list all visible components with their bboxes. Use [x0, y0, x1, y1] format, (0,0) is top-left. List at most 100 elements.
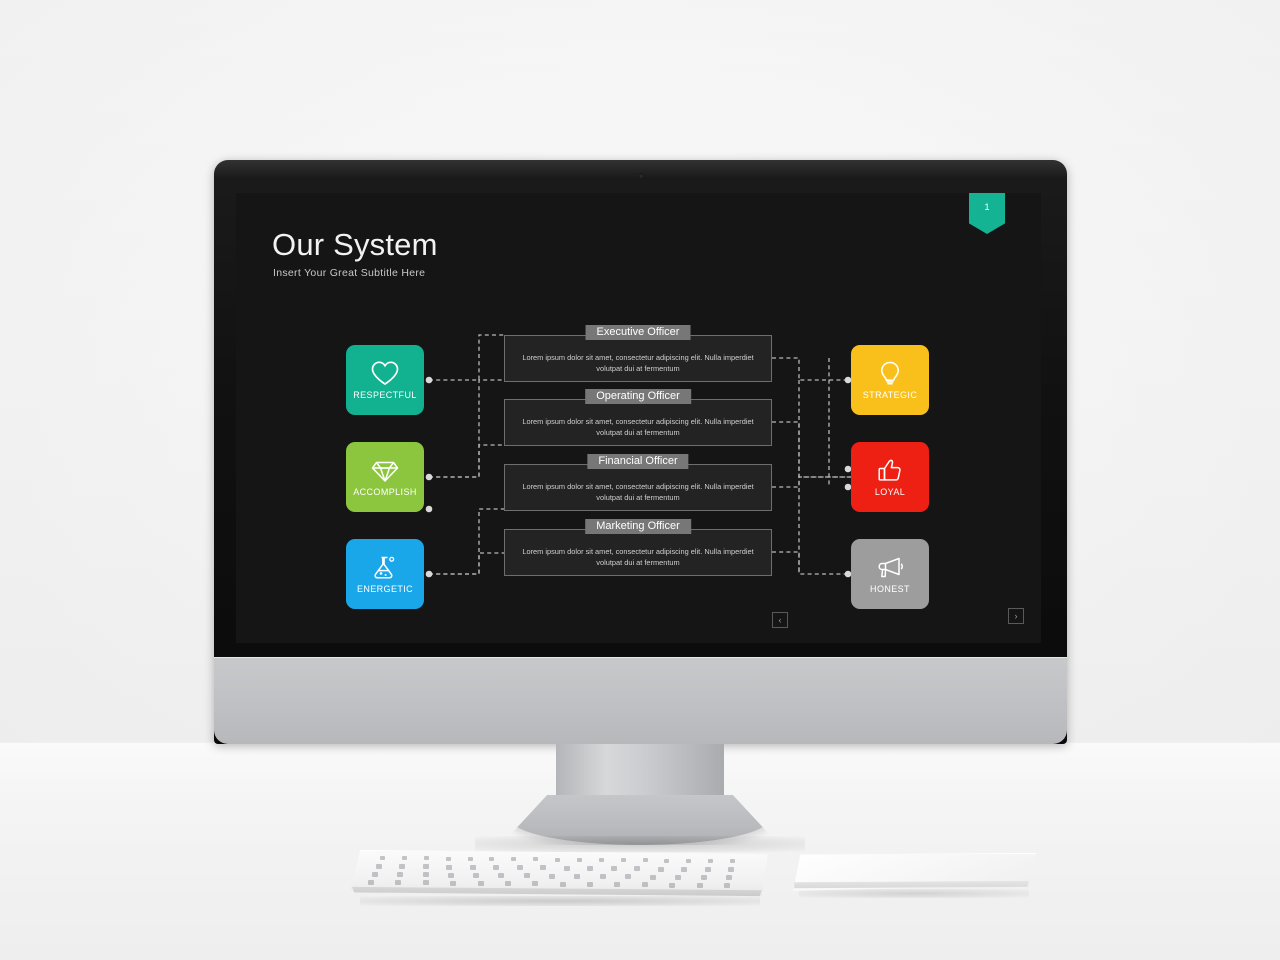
card-financial-officer[interactable]: Financial Officer Lorem ipsum dolor sit …: [504, 454, 772, 511]
keyboard-key: [533, 857, 539, 862]
desk-scene: Our System Insert Your Great Subtitle He…: [0, 0, 1280, 960]
keyboard-key: [423, 856, 429, 861]
lightbulb-icon: [875, 360, 905, 387]
tile-label: ACCOMPLISH: [353, 487, 417, 497]
monitor: Our System Insert Your Great Subtitle He…: [214, 160, 1067, 744]
keyboard-key: [473, 872, 480, 878]
card-title: Marketing Officer: [585, 519, 691, 534]
keyboard-key: [599, 874, 606, 880]
keyboard-key: [504, 881, 511, 887]
diamond-icon: [370, 457, 400, 484]
card-title: Executive Officer: [585, 325, 691, 340]
keyboard-key: [587, 881, 594, 887]
keyboard-key: [696, 882, 703, 888]
keyboard-key: [493, 865, 500, 871]
page-subtitle: Insert Your Great Subtitle Here: [273, 267, 426, 279]
card-title: Financial Officer: [587, 454, 689, 469]
keyboard-key: [395, 880, 402, 886]
tile-label: LOYAL: [874, 487, 906, 497]
keyboard-key: [422, 872, 429, 878]
keyboard-key: [704, 866, 711, 872]
keyboard-key: [549, 873, 555, 879]
webcam-icon: [637, 173, 644, 179]
trackpad[interactable]: [793, 853, 1036, 898]
keyboard-key: [681, 866, 688, 872]
keyboard-key: [467, 856, 473, 861]
keyboard-key: [598, 858, 604, 862]
tile-label: STRATEGIC: [862, 390, 918, 400]
card-operating-officer[interactable]: Operating Officer Lorem ipsum dolor sit …: [504, 389, 772, 446]
keyboard-key: [540, 865, 547, 871]
tile-honest[interactable]: HONEST: [851, 539, 929, 609]
keyboard-key: [728, 867, 734, 873]
keyboard-key: [469, 864, 476, 870]
heart-icon: [370, 360, 400, 387]
keyboard-key: [563, 865, 570, 871]
keyboard-key: [372, 872, 378, 877]
keyboard-key: [477, 880, 484, 886]
keyboard[interactable]: [350, 850, 768, 906]
keyboard-key: [399, 864, 406, 870]
tile-loyal[interactable]: LOYAL: [851, 442, 929, 512]
keyboard-key: [498, 873, 505, 879]
chevron-left-icon: ‹: [778, 615, 782, 625]
card-marketing-officer[interactable]: Marketing Officer Lorem ipsum dolor sit …: [504, 519, 772, 576]
keyboard-key: [397, 872, 404, 878]
tile-label: ENERGETIC: [356, 584, 414, 594]
card-executive-officer[interactable]: Executive Officer Lorem ipsum dolor sit …: [504, 325, 772, 382]
keyboard-key: [376, 864, 382, 869]
flask-icon: [370, 554, 400, 581]
tile-respectful[interactable]: RESPECTFUL: [346, 345, 424, 415]
keyboard-key: [422, 864, 429, 870]
keyboard-key: [445, 856, 451, 861]
card-body: Lorem ipsum dolor sit amet, consectetur …: [522, 547, 754, 568]
thumbs-up-icon: [875, 457, 905, 484]
keyboard-key: [675, 874, 682, 880]
keyboard-shadow: [360, 896, 760, 906]
chevron-right-icon: ›: [1014, 611, 1018, 621]
keyboard-key: [559, 881, 566, 887]
keyboard-key: [642, 858, 648, 863]
keyboard-key: [624, 874, 631, 880]
keyboard-key: [401, 856, 407, 861]
tile-label: RESPECTFUL: [353, 390, 417, 400]
keyboard-key: [368, 880, 374, 885]
keyboard-key: [641, 882, 648, 888]
keyboard-key: [523, 873, 530, 879]
keyboard-key: [650, 874, 657, 880]
keyboard-key: [730, 859, 735, 864]
presentation-slide: Our System Insert Your Great Subtitle He…: [236, 193, 1041, 643]
card-body: Lorem ipsum dolor sit amet, consectetur …: [522, 417, 754, 438]
card-body: Lorem ipsum dolor sit amet, consectetur …: [522, 482, 754, 503]
card-body: Lorem ipsum dolor sit amet, consectetur …: [522, 353, 754, 374]
tile-accomplish[interactable]: ACCOMPLISH: [346, 442, 424, 512]
keyboard-key: [532, 881, 539, 887]
keyboard-key: [450, 880, 457, 886]
megaphone-icon: [875, 554, 905, 581]
trackpad-shadow: [799, 889, 1029, 898]
keyboard-key: [516, 865, 523, 871]
keyboard-key: [669, 882, 676, 888]
keyboard-key: [700, 874, 707, 880]
keyboard-key: [610, 866, 617, 872]
keyboard-key: [664, 858, 670, 863]
keyboard-key: [422, 880, 429, 886]
keyboard-key: [574, 873, 581, 879]
keyboard-key: [726, 875, 732, 881]
card-title: Operating Officer: [585, 389, 691, 404]
keyboard-key: [555, 857, 560, 862]
keyboard-key: [708, 859, 714, 863]
page-number-label: 1: [984, 202, 990, 212]
monitor-chin: [214, 657, 1067, 744]
tile-energetic[interactable]: ENERGETIC: [346, 539, 424, 609]
keyboard-key: [587, 865, 594, 871]
next-slide-button[interactable]: ›: [1008, 608, 1024, 624]
keyboard-key: [657, 866, 664, 872]
keyboard-key: [446, 864, 453, 870]
tile-strategic[interactable]: STRATEGIC: [851, 345, 929, 415]
keyboard-key: [620, 858, 626, 863]
keyboard-key: [576, 857, 582, 862]
keyboard-key: [614, 882, 621, 888]
page-title: Our System: [272, 227, 438, 262]
previous-slide-button[interactable]: ‹: [772, 612, 788, 628]
